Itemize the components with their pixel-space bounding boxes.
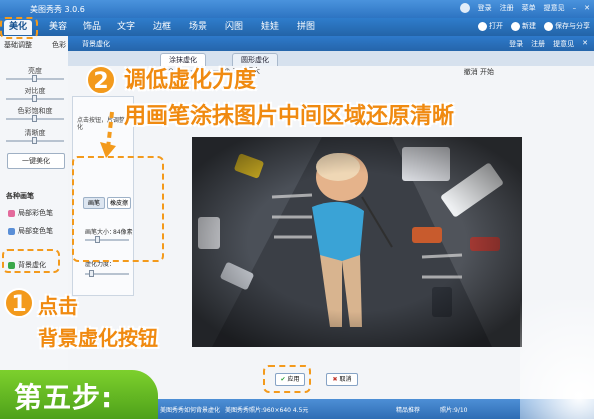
new-button[interactable]: 新建 <box>511 21 536 31</box>
editor-register-link[interactable]: 注册 <box>531 39 545 49</box>
login-link[interactable]: 登录 <box>478 3 492 13</box>
folder-icon <box>478 21 487 31</box>
editor-header: 背景虚化 登录 注册 提意见 ✕ <box>68 36 594 51</box>
tab-text[interactable]: 文字 <box>112 20 140 35</box>
left-panel: 基础调整 色彩 亮度 对比度 色彩饱和度 清晰度 一键美化 各种画笔 局部彩色笔… <box>0 36 70 419</box>
sharpness-slider[interactable] <box>6 137 64 144</box>
status-photo-info: 美图秀秀照片:960×640 4.5元 <box>225 407 309 414</box>
save-share-button[interactable]: 保存与分享 <box>544 21 590 31</box>
blur-strength-knob[interactable] <box>89 270 94 277</box>
brush-local-color[interactable]: 局部彩色笔 <box>8 208 53 218</box>
callout-two-line1: 调低虚化力度 <box>124 68 257 93</box>
glare-overlay <box>520 300 594 419</box>
tab-collage[interactable]: 拼图 <box>292 20 320 35</box>
register-link[interactable]: 注册 <box>500 3 514 13</box>
highlight-beautify-tab <box>0 17 38 39</box>
editor-login-link[interactable]: 登录 <box>509 39 523 49</box>
arrow-down-icon <box>100 111 116 158</box>
close-icon[interactable]: ✕ <box>584 4 590 12</box>
plus-icon <box>511 21 520 31</box>
status-tip[interactable]: 美图秀秀如何背景虚化 <box>160 405 220 414</box>
title-bar-actions: 登录 注册 菜单 提意见 – ✕ <box>459 3 590 13</box>
callout-one-line1: 点击 <box>38 294 78 318</box>
step-banner: 第五步: <box>0 370 158 419</box>
editor-header-actions: 登录 注册 提意见 ✕ <box>509 39 588 49</box>
tab-color[interactable]: 色彩 <box>52 40 66 50</box>
tab-skin[interactable]: 美容 <box>44 20 72 35</box>
status-recommend[interactable]: 精品推荐 <box>396 405 420 414</box>
save-icon <box>544 21 553 31</box>
open-button[interactable]: 打开 <box>478 21 503 31</box>
step-one-badge: 1 <box>4 288 34 318</box>
brush-icon <box>8 227 15 235</box>
screenshot-root: 美图秀秀 3.0.6 登录 注册 菜单 提意见 – ✕ 美化 美容 饰品 文字 … <box>0 0 594 419</box>
tab-doll[interactable]: 娃娃 <box>256 20 284 35</box>
title-bar: 美图秀秀 3.0.6 登录 注册 菜单 提意见 – ✕ <box>0 0 594 18</box>
main-actions: 打开 新建 保存与分享 <box>478 21 590 31</box>
app-title: 美图秀秀 3.0.6 <box>30 5 85 14</box>
one-click-beautify-button[interactable]: 一键美化 <box>7 153 65 169</box>
menu-link[interactable]: 菜单 <box>522 3 536 13</box>
cancel-button[interactable]: ✖ 取消 <box>326 373 358 386</box>
contrast-knob[interactable] <box>32 95 37 102</box>
highlight-blur-button <box>2 249 60 273</box>
tab-scene[interactable]: 场景 <box>184 20 212 35</box>
photo-canvas[interactable] <box>192 137 522 347</box>
blur-strength-slider[interactable] <box>85 270 129 277</box>
sharpness-knob[interactable] <box>32 137 37 144</box>
tab-flash[interactable]: 闪图 <box>220 20 248 35</box>
feedback-link[interactable]: 提意见 <box>544 3 565 13</box>
saturation-knob[interactable] <box>32 115 37 122</box>
saturation-slider[interactable] <box>6 115 64 122</box>
main-tab-bar: 美化 美容 饰品 文字 边框 场景 闪图 娃娃 拼图 打开 新建 保存与分享 <box>0 18 594 36</box>
brush-section-title: 各种画笔 <box>6 192 34 200</box>
callout-two-line2: 用画笔涂抹图片中间区域还原清晰 <box>124 104 455 129</box>
tab-frame[interactable]: 边框 <box>148 20 176 35</box>
minimize-icon[interactable]: – <box>573 4 577 12</box>
contrast-slider[interactable] <box>6 95 64 102</box>
callout-one-line2: 背景虚化按钮 <box>38 326 158 350</box>
adjust-subtabs: 基础调整 色彩 <box>0 38 70 52</box>
brush-icon <box>8 209 15 217</box>
blurred-city-photo <box>192 137 522 347</box>
undo-button[interactable]: 撤消 开始 <box>464 67 494 77</box>
brush-local-recolor[interactable]: 局部变色笔 <box>8 226 53 236</box>
brightness-knob[interactable] <box>32 75 37 82</box>
tab-accessories[interactable]: 饰品 <box>78 20 106 35</box>
editor-title: 背景虚化 <box>82 40 110 48</box>
close-icon[interactable]: ✕ <box>582 39 588 49</box>
editor-feedback-link[interactable]: 提意见 <box>553 39 574 49</box>
step-two-badge: 2 <box>86 65 116 95</box>
cancel-icon: ✖ <box>332 376 338 383</box>
user-icon[interactable] <box>459 3 470 13</box>
highlight-apply-button <box>263 365 311 393</box>
status-photo-count: 照片:9/10 <box>440 407 468 414</box>
highlight-tool-panel <box>72 156 164 262</box>
brightness-slider[interactable] <box>6 75 64 82</box>
step-label: 第五步: <box>14 381 114 414</box>
tab-basic-adjust[interactable]: 基础调整 <box>4 40 32 50</box>
